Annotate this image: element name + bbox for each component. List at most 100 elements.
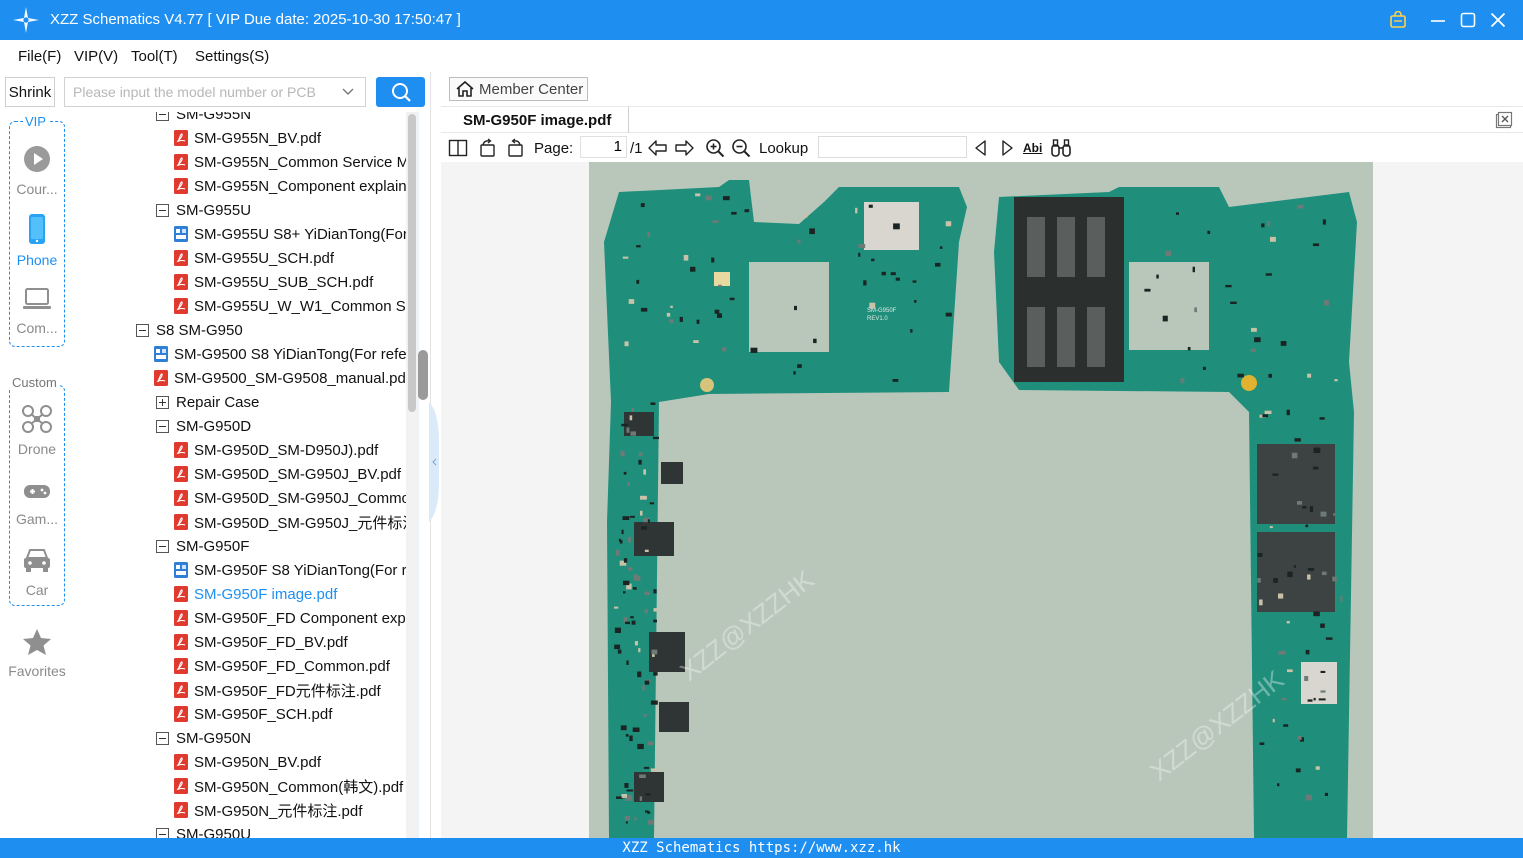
vip-bag-icon[interactable]	[1386, 8, 1410, 32]
rail-item-course[interactable]: Cour...	[0, 144, 74, 197]
menu-file[interactable]: File(F)	[18, 48, 61, 65]
lookup-input[interactable]	[818, 136, 967, 158]
pcb-component	[1333, 513, 1336, 516]
tree-file[interactable]: SM-G950F_FD_Common.pdf	[174, 654, 390, 678]
minimize-button[interactable]	[1426, 8, 1450, 32]
pcb-component	[1187, 347, 1191, 351]
tree-folder[interactable]: SM-G955U	[156, 198, 251, 222]
pcb-component	[620, 450, 625, 457]
panel-splitter[interactable]	[429, 72, 441, 838]
rail-item-computer[interactable]: Com...	[0, 285, 74, 336]
pdf-file-icon	[174, 802, 188, 818]
tree-file[interactable]: SM-G950D_SM-G950J_BV.pdf	[174, 462, 401, 486]
tree-file[interactable]: SM-G950N_BV.pdf	[174, 750, 321, 774]
pcb-component	[621, 529, 624, 535]
search-button[interactable]	[376, 77, 425, 107]
pdf-file-icon	[174, 754, 188, 770]
collapse-icon[interactable]	[156, 203, 169, 217]
close-tab-icon[interactable]	[1495, 111, 1513, 129]
rail-item-phone[interactable]: Phone	[0, 213, 74, 268]
collapse-icon[interactable]	[156, 827, 169, 838]
pcb-component	[638, 452, 643, 457]
tree-file[interactable]: SM-G955N_Common Service M	[174, 150, 409, 174]
menu-tool[interactable]: Tool(T)	[131, 48, 178, 65]
chevron-down-icon[interactable]	[341, 84, 355, 98]
tree-file[interactable]: SM-G950D_SM-D950J).pdf	[174, 438, 378, 462]
collapse-icon[interactable]	[156, 539, 169, 553]
home-icon	[456, 80, 474, 97]
rail-item-game[interactable]: Gam...	[0, 478, 74, 527]
model-search-combobox[interactable]: Please input the model number or PCB	[64, 77, 366, 107]
tree-file[interactable]: SM-G955N_Component explain	[174, 174, 407, 198]
tree-file[interactable]: SM-G950D_SM-G950J_元件标注.	[174, 510, 414, 534]
collapse-icon[interactable]	[156, 419, 169, 433]
pcb-image-page: XZZ@XZZHK XZZ@XZZHK SM-G950F REV1.0	[589, 162, 1373, 838]
menu-settings[interactable]: Settings(S)	[195, 48, 269, 65]
next-page-button[interactable]	[673, 137, 695, 159]
collapse-icon[interactable]	[136, 323, 149, 337]
tree-folder[interactable]: SM-G955N	[156, 112, 251, 126]
pdf-file-icon	[174, 610, 188, 626]
find-binoculars-button[interactable]	[1050, 137, 1072, 159]
prev-page-button[interactable]	[647, 137, 669, 159]
zoom-out-button[interactable]	[731, 137, 751, 159]
pcb-component	[809, 228, 815, 235]
tree-file[interactable]: SM-G955U S8+ YiDianTong(For	[174, 222, 408, 246]
tree-item-label: SM-G950D	[176, 417, 252, 435]
tree-file[interactable]: SM-G950F image.pdf	[174, 582, 337, 606]
tree-file[interactable]: SM-G950F_FD Component expl	[174, 606, 409, 630]
tree-file[interactable]: SM-G950N_Common(韩文).pdf	[174, 774, 403, 798]
find-prev-button[interactable]	[973, 137, 989, 159]
find-next-button[interactable]	[999, 137, 1015, 159]
tree-folder[interactable]: SM-G950D	[156, 414, 251, 438]
tree-folder[interactable]: SM-G950N	[156, 726, 251, 750]
expand-icon[interactable]	[156, 395, 169, 409]
rail-item-favorites[interactable]: Favorites	[0, 628, 74, 679]
tree-folder[interactable]: SM-G950F	[156, 534, 249, 558]
tree-file[interactable]: SM-G950F_SCH.pdf	[174, 702, 332, 726]
tree-file[interactable]: SM-G950D_SM-G950J_Commor	[174, 486, 414, 510]
close-button[interactable]	[1486, 8, 1510, 32]
pcb-component	[624, 783, 629, 788]
laptop-icon	[23, 288, 51, 309]
tree-file[interactable]: SM-G950N_元件标注.pdf	[174, 798, 362, 822]
tree-file[interactable]: SM-G955N_BV.pdf	[174, 126, 321, 150]
pcb-component	[619, 540, 623, 544]
zoom-in-button[interactable]	[705, 137, 725, 159]
rotate-left-button[interactable]	[478, 137, 498, 159]
tree-file[interactable]: SM-G950F_FD_BV.pdf	[174, 630, 348, 654]
pcb-component	[1165, 250, 1172, 257]
rotate-right-button[interactable]	[505, 137, 525, 159]
collapse-icon[interactable]	[156, 731, 169, 745]
tree-file[interactable]: SM-G950F S8 YiDianTong(For re	[174, 558, 414, 582]
rail-item-drone[interactable]: Drone	[0, 404, 74, 457]
tree-file[interactable]: SM-G950F_FD元件标注.pdf	[174, 678, 381, 702]
tree-folder[interactable]: SM-G950U	[156, 822, 251, 838]
document-tab[interactable]: SM-G950F image.pdf	[451, 107, 629, 133]
match-case-button[interactable]: Abi	[1023, 137, 1042, 159]
member-center-button[interactable]: Member Center	[449, 77, 588, 101]
maximize-button[interactable]	[1456, 8, 1480, 32]
title-bar[interactable]: XZZ Schematics V4.77 [ VIP Due date: 202…	[0, 0, 1523, 40]
yidiantong-file-icon	[154, 346, 168, 362]
pcb-component	[722, 196, 730, 201]
collapse-panel-icon[interactable]	[429, 402, 439, 522]
tree-scroll-handle[interactable]	[418, 350, 428, 400]
sidebar-toggle-button[interactable]	[448, 137, 468, 159]
shrink-button[interactable]: Shrink	[5, 77, 55, 107]
rail-item-car[interactable]: Car	[0, 545, 74, 598]
custom-group-label: Custom	[10, 375, 59, 390]
tree-folder[interactable]: S8 SM-G950	[136, 318, 243, 342]
collapse-icon[interactable]	[156, 112, 169, 121]
menu-vip[interactable]: VIP(V)	[74, 48, 118, 65]
pdf-viewport[interactable]: XZZ@XZZHK XZZ@XZZHK SM-G950F REV1.0	[441, 162, 1523, 838]
tree-file[interactable]: SM-G955U_SUB_SCH.pdf	[174, 270, 373, 294]
tree-file[interactable]: SM-G9500_SM-G9508_manual.pdf	[154, 366, 410, 390]
tree-file[interactable]: SM-G955U_SCH.pdf	[174, 246, 334, 270]
tree-file[interactable]: SM-G955U_W_W1_Common Ser	[174, 294, 414, 318]
tree-folder[interactable]: Repair Case	[156, 390, 259, 414]
tree-scrollbar[interactable]	[406, 112, 428, 838]
scrollbar-thumb[interactable]	[408, 114, 416, 412]
page-number-input[interactable]: 1	[580, 136, 627, 158]
tree-file[interactable]: SM-G9500 S8 YiDianTong(For refe	[154, 342, 407, 366]
